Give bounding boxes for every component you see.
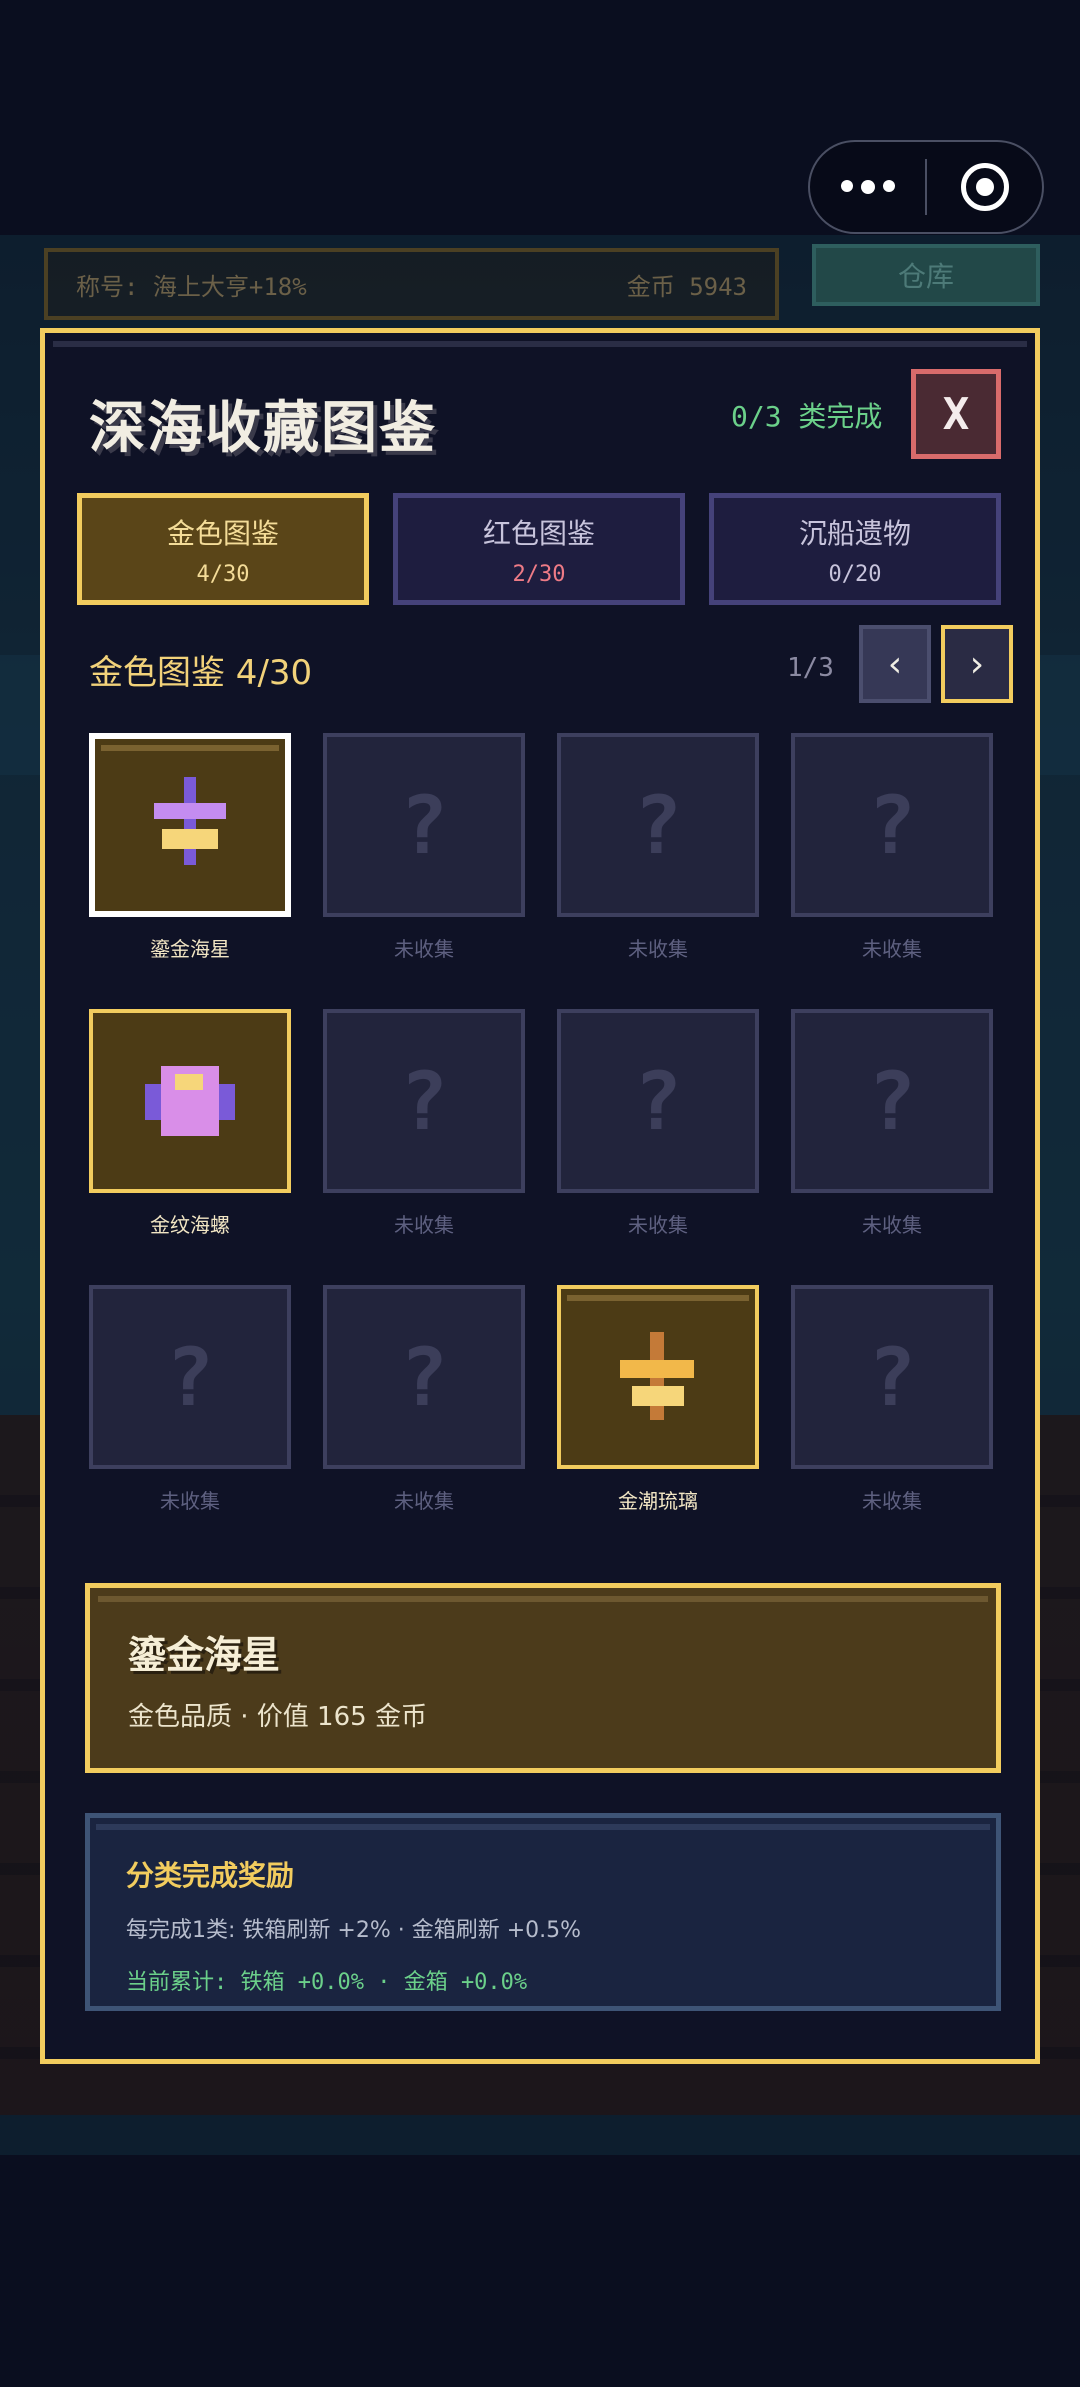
tab-label: 金色图鉴 (166, 516, 279, 550)
more-dots-icon (840, 180, 895, 194)
page-indicator: 1/3 (787, 653, 834, 683)
exit-button[interactable] (927, 142, 1042, 232)
grid-cell[interactable]: ? 未收集 (557, 733, 759, 962)
item-name: 未收集 (628, 1213, 688, 1237)
reward-current: 当前累计: 铁箱 +0.0% · 金箱 +0.0% (126, 1970, 528, 1995)
target-icon (960, 163, 1009, 211)
item-name: 未收集 (160, 1489, 220, 1513)
grid-cell[interactable]: 金潮琉璃 (557, 1285, 759, 1514)
reward-panel: 分类完成奖励 每完成1类: 铁箱刷新 +2% · 金箱刷新 +0.5% 当前累计… (85, 1813, 1001, 2011)
unknown-item-icon: ? (867, 1054, 917, 1148)
unknown-item-icon: ? (867, 778, 917, 872)
bottom-band (0, 2155, 1080, 2387)
item-name: 未收集 (394, 1489, 454, 1513)
category-progress: 0/3 类完成 (731, 400, 883, 433)
chevron-right-icon: › (969, 643, 985, 685)
collection-modal: 深海收藏图鉴 0/3 类完成 X 金色图鉴 4/30 红色图鉴 2/30 沉船遗… (40, 328, 1040, 2064)
item-slot[interactable] (557, 1285, 759, 1469)
unknown-item-icon: ? (165, 1330, 215, 1424)
grid-cell[interactable]: 鎏金海星 (89, 733, 291, 962)
detail-info: 金色品质 · 价值 165 金币 (128, 1702, 427, 1732)
tab-label: 沉船遗物 (798, 516, 911, 550)
item-slot[interactable]: ? (323, 1009, 525, 1193)
item-slot[interactable]: ? (323, 1285, 525, 1469)
more-button[interactable] (810, 142, 925, 232)
unknown-item-icon: ? (867, 1330, 917, 1424)
tab-count: 4/30 (196, 561, 250, 587)
grid-cell[interactable]: ? 未收集 (323, 1009, 525, 1238)
item-slot[interactable]: ? (323, 733, 525, 917)
item-name: 未收集 (628, 937, 688, 961)
prev-page-button[interactable]: ‹ (859, 625, 931, 703)
item-slot[interactable]: ? (557, 733, 759, 917)
item-detail-panel: 鎏金海星 金色品质 · 价值 165 金币 (85, 1583, 1001, 1773)
item-slot[interactable]: ? (89, 1285, 291, 1469)
item-name: 未收集 (862, 1213, 922, 1237)
starfish-icon (154, 777, 226, 865)
grid-cell[interactable]: ? 未收集 (791, 1285, 993, 1514)
item-slot[interactable] (89, 1009, 291, 1193)
glass-icon (620, 1332, 694, 1420)
unknown-item-icon: ? (399, 778, 449, 872)
tab-gold[interactable]: 金色图鉴 4/30 (77, 493, 369, 605)
unknown-item-icon: ? (633, 1054, 683, 1148)
grid-cell[interactable]: ? 未收集 (323, 1285, 525, 1514)
item-name: 未收集 (394, 937, 454, 961)
item-slot[interactable]: ? (791, 1285, 993, 1469)
tab-shipwreck[interactable]: 沉船遗物 0/20 (709, 493, 1001, 605)
detail-name: 鎏金海星 (128, 1633, 281, 1677)
mini-program-capsule (808, 140, 1044, 234)
tab-red[interactable]: 红色图鉴 2/30 (393, 493, 685, 605)
tab-label: 红色图鉴 (482, 516, 595, 550)
item-name: 未收集 (862, 937, 922, 961)
grid-cell[interactable]: ? 未收集 (323, 733, 525, 962)
tab-count: 2/30 (512, 561, 566, 587)
title-label: 称号: 海上大亨+18% (76, 272, 307, 301)
item-name: 未收集 (394, 1213, 454, 1237)
reward-rule: 每完成1类: 铁箱刷新 +2% · 金箱刷新 +0.5% (126, 1918, 582, 1943)
item-slot[interactable] (89, 733, 291, 917)
unknown-item-icon: ? (399, 1054, 449, 1148)
gold-label: 金币 5943 (626, 272, 747, 301)
hud-status-bar: 称号: 海上大亨+18% 金币 5943 (44, 248, 779, 320)
item-name: 金潮琉璃 (618, 1489, 698, 1513)
item-name: 未收集 (862, 1489, 922, 1513)
modal-title: 深海收藏图鉴 (89, 396, 437, 461)
category-tabs: 金色图鉴 4/30 红色图鉴 2/30 沉船遗物 0/20 (77, 493, 1001, 605)
grid-cell[interactable]: ? 未收集 (791, 1009, 993, 1238)
grid-cell[interactable]: 金纹海螺 (89, 1009, 291, 1238)
reward-title: 分类完成奖励 (126, 1859, 295, 1892)
unknown-item-icon: ? (399, 1330, 449, 1424)
item-slot[interactable]: ? (791, 733, 993, 917)
grid-cell[interactable]: ? 未收集 (791, 733, 993, 962)
grid-cell[interactable]: ? 未收集 (89, 1285, 291, 1514)
next-page-button[interactable]: › (941, 625, 1013, 703)
item-name: 金纹海螺 (150, 1213, 230, 1237)
tab-count: 0/20 (828, 561, 882, 587)
unknown-item-icon: ? (633, 778, 683, 872)
conch-icon (145, 1066, 235, 1136)
store-button[interactable]: 仓库 (812, 244, 1040, 306)
modal-top-line (53, 341, 1027, 347)
section-title: 金色图鉴 4/30 (89, 653, 313, 693)
close-button[interactable]: X (911, 369, 1001, 459)
chevron-left-icon: ‹ (887, 643, 903, 685)
item-name: 鎏金海星 (150, 937, 230, 961)
grid-cell[interactable]: ? 未收集 (557, 1009, 759, 1238)
item-slot[interactable]: ? (557, 1009, 759, 1193)
item-slot[interactable]: ? (791, 1009, 993, 1193)
